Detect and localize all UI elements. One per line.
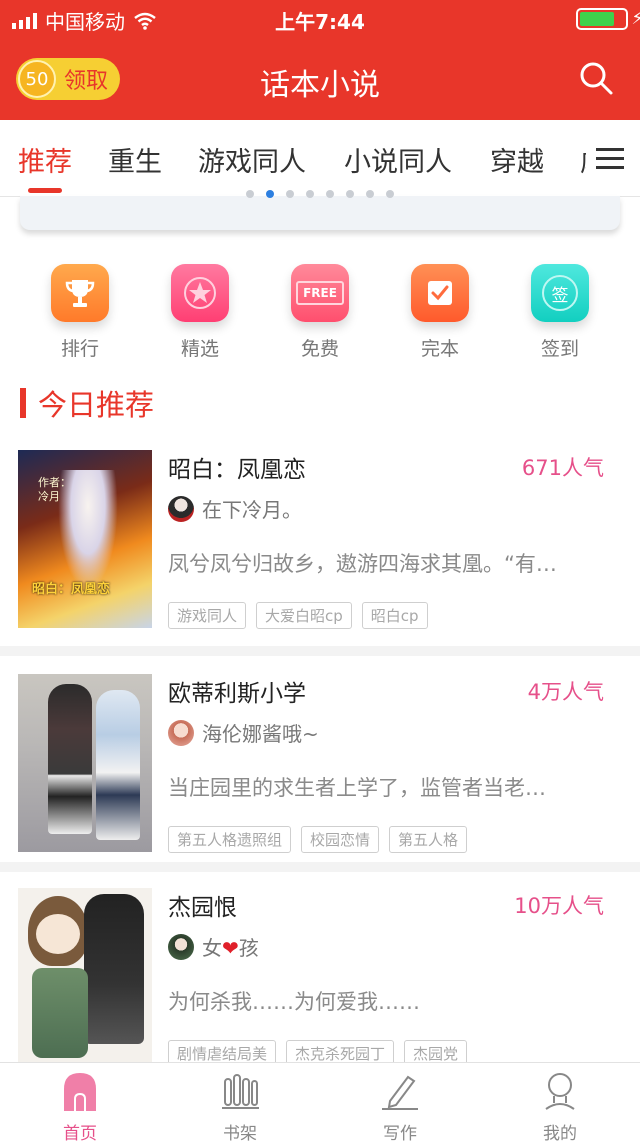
nav-write[interactable]: 写作 [340,1071,460,1144]
section-title: 今日推荐 [20,382,154,424]
book-author[interactable]: 海伦娜酱哦~ [168,718,319,747]
app-title: 话本小说 [260,68,380,103]
book-title[interactable]: 欧蒂利斯小学 [168,674,306,708]
book-tags: 第五人格遗照组 校园恋情 第五人格 [168,826,468,853]
book-title[interactable]: 杰园恨 [168,888,237,922]
check-icon [411,264,469,322]
tab-recommend[interactable]: 推荐 [18,140,72,179]
search-icon[interactable] [578,60,614,96]
popularity-count: 10万人气 [514,894,604,918]
divider [0,862,640,872]
free-icon: FREE [291,264,349,322]
book-cover[interactable]: 作者： 冷月 昭白：凤凰恋 [18,450,152,628]
profile-icon [545,1073,575,1110]
star-icon [171,264,229,322]
tab-novel-fanfic[interactable]: 小说同人 [344,140,452,179]
divider [0,646,640,656]
pen-icon [382,1075,418,1110]
banner-carousel[interactable] [20,190,620,230]
book-title[interactable]: 昭白：凤凰恋 [168,450,306,484]
book-cover[interactable] [18,888,152,1066]
clock: 上午7:44 [275,10,365,34]
book-tag[interactable]: 校园恋情 [301,826,380,853]
heart-icon: ❤ [222,936,239,960]
book-tag[interactable]: 大爱白昭cp [256,602,352,629]
nav-bookshelf[interactable]: 书架 [180,1071,300,1144]
home-icon [64,1073,96,1111]
bookshelf-icon [222,1074,259,1109]
avatar [168,719,194,746]
tab-game-fanfic[interactable]: 游戏同人 [198,140,306,179]
category-tabs: 推荐 重生 游戏同人 小说同人 穿越 虐 [0,120,640,197]
book-tags: 游戏同人 大爱白昭cp 昭白cp [168,602,428,629]
tab-time-travel[interactable]: 穿越 [490,140,544,179]
popularity-count: 671人气 [521,456,604,480]
book-tag[interactable]: 第五人格遗照组 [168,826,292,853]
book-author[interactable]: 女❤孩 [168,932,259,961]
app-header: 中国移动 上午7:44 ⚡ 50 领取 话本小说 [0,0,640,120]
status-bar: 中国移动 上午7:44 ⚡ [0,0,640,36]
book-description: 为何杀我……为何爱我…… [168,990,420,1014]
book-tag[interactable]: 昭白cp [361,602,428,629]
bottom-nav: 首页 书架 写作 我的 [0,1062,640,1144]
avatar [168,495,194,522]
tab-rebirth[interactable]: 重生 [108,140,162,179]
quick-link-free[interactable]: FREE 免费 [275,264,365,361]
quick-link-completed[interactable]: 完本 [395,264,485,361]
book-description: 当庄园里的求生者上学了，监管者当老… [168,776,546,800]
popularity-count: 4万人气 [527,680,604,704]
trophy-icon [51,264,109,322]
book-tag[interactable]: 第五人格 [389,826,468,853]
quick-link-featured[interactable]: 精选 [155,264,245,361]
avatar [168,933,194,960]
book-tag[interactable]: 游戏同人 [168,602,247,629]
battery-icon: ⚡ [576,8,640,30]
quick-link-ranking[interactable]: 排行 [35,264,125,361]
nav-profile[interactable]: 我的 [500,1071,620,1144]
book-author[interactable]: 在下冷月。 [168,494,302,523]
nav-home[interactable]: 首页 [20,1071,140,1144]
sign-in-icon: 签 [531,264,589,322]
book-cover[interactable] [18,674,152,852]
menu-icon[interactable] [586,120,640,196]
book-description: 凤兮凤兮归故乡，遨游四海求其凰。“有… [168,552,557,576]
carousel-dots [20,190,620,198]
quick-link-sign-in[interactable]: 签 签到 [515,264,605,361]
